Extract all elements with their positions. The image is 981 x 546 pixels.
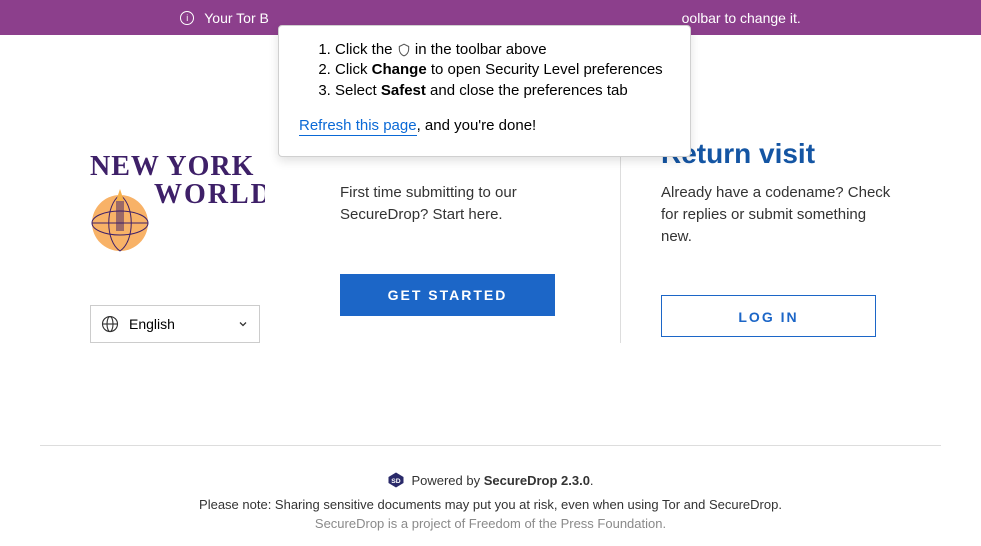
instructions-list: Click the in the toolbar above Click Cha… <box>299 40 670 101</box>
step3-bold: Safest <box>381 82 426 99</box>
instruction-step-2: Click Change to open Security Level pref… <box>335 60 670 80</box>
banner-text-right: oolbar to change it. <box>682 10 801 26</box>
shield-icon <box>397 43 411 57</box>
language-current: English <box>129 316 175 332</box>
refresh-link[interactable]: Refresh this page <box>299 117 417 136</box>
language-selector[interactable]: English <box>90 305 260 343</box>
refresh-tail: , and you're done! <box>417 117 537 134</box>
svg-text:WORLD: WORLD <box>154 179 265 210</box>
security-instructions-popup: Click the in the toolbar above Click Cha… <box>278 25 691 157</box>
step2-text-a: Click <box>335 61 372 78</box>
org-logo: NEW YORK WORLD <box>90 145 265 260</box>
banner-text-left: Your Tor B <box>204 10 269 26</box>
powered-by-label: Powered by <box>411 473 483 488</box>
step3-text-b: and close the preferences tab <box>426 82 628 99</box>
step3-text-a: Select <box>335 82 381 99</box>
sidebar: NEW YORK WORLD English <box>40 85 300 343</box>
return-visit-heading: Return visit <box>661 138 901 170</box>
first-visit-column: First visit First time submitting to our… <box>300 138 621 343</box>
instruction-step-3: Select Safest and close the preferences … <box>335 81 670 101</box>
banner-text: Your Tor B oolbar to change it. <box>204 10 800 26</box>
info-icon: i <box>180 11 194 25</box>
chevron-down-icon <box>237 318 249 330</box>
svg-text:SD: SD <box>392 478 402 485</box>
return-visit-column: Return visit Already have a codename? Ch… <box>621 138 941 343</box>
footer-note: Please note: Sharing sensitive documents… <box>40 497 941 512</box>
globe-icon <box>101 315 119 333</box>
content-columns: First visit First time submitting to our… <box>300 138 941 343</box>
product-name: SecureDrop 2.3.0 <box>484 473 590 488</box>
return-visit-desc: Already have a codename? Check for repli… <box>661 182 901 247</box>
step2-bold: Change <box>372 61 427 78</box>
get-started-button[interactable]: GET STARTED <box>340 274 555 316</box>
securedrop-logo-icon: SD <box>387 471 405 489</box>
dot: . <box>590 473 594 488</box>
log-in-button[interactable]: LOG IN <box>661 295 876 337</box>
refresh-line: Refresh this page, and you're done! <box>299 116 670 136</box>
step1-text-b: in the toolbar above <box>411 41 547 58</box>
instruction-step-1: Click the in the toolbar above <box>335 40 670 60</box>
step2-text-b: to open Security Level preferences <box>427 61 663 78</box>
footer-project: SecureDrop is a project of Freedom of th… <box>40 516 941 531</box>
powered-by-text: Powered by SecureDrop 2.3.0. <box>411 473 593 488</box>
svg-text:NEW YORK: NEW YORK <box>90 151 254 182</box>
footer: SD Powered by SecureDrop 2.3.0. Please n… <box>40 445 941 531</box>
step1-text-a: Click the <box>335 41 397 58</box>
first-visit-desc: First time submitting to our SecureDrop?… <box>340 182 580 226</box>
footer-powered-row: SD Powered by SecureDrop 2.3.0. <box>40 471 941 489</box>
